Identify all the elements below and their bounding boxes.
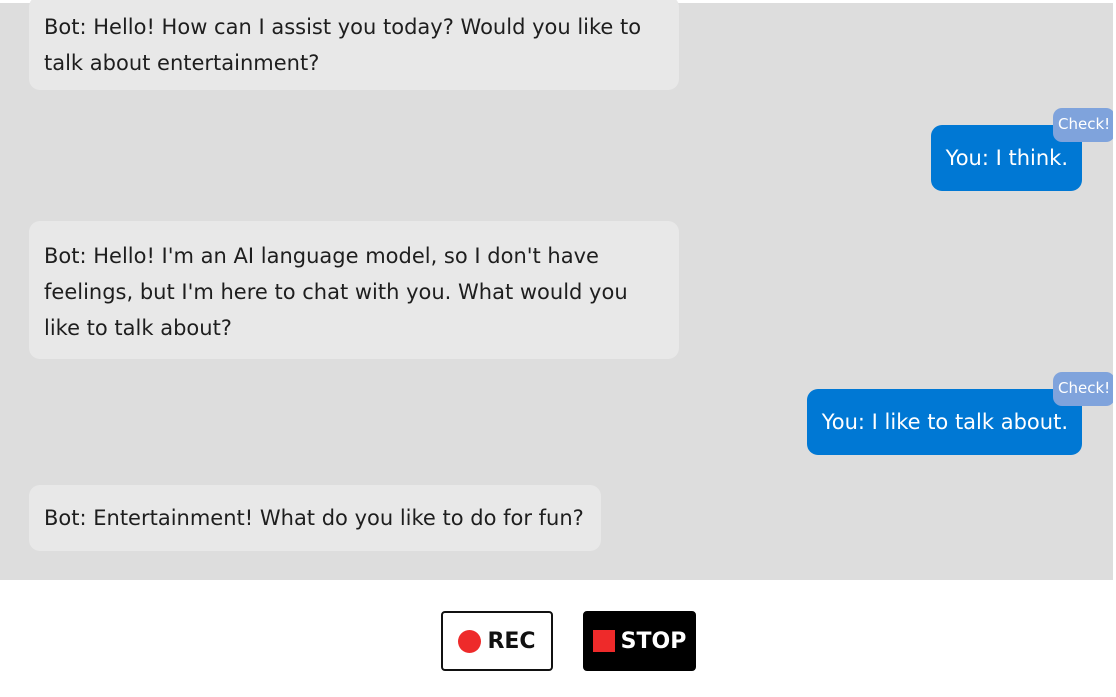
user-message-2: You: I like to talk about.	[806, 389, 1082, 455]
recording-controls: REC STOP	[0, 580, 1116, 697]
rec-label: REC	[487, 628, 536, 654]
check-button-1[interactable]: Check!	[1053, 108, 1116, 142]
bot-message-1: Bot: Hello! How can I assist you today? …	[29, 0, 679, 90]
chat-area: Bot: Hello! How can I assist you today? …	[0, 0, 1116, 580]
stop-button[interactable]: STOP	[583, 611, 696, 671]
bot-message-3: Bot: Entertainment! What do you like to …	[29, 485, 601, 551]
stop-square-icon	[592, 630, 615, 652]
stop-label: STOP	[620, 628, 687, 654]
check-button-2[interactable]: Check!	[1053, 372, 1116, 406]
record-dot-icon	[458, 629, 482, 653]
rec-button[interactable]: REC	[441, 611, 553, 671]
bot-message-2: Bot: Hello! I'm an AI language model, so…	[29, 221, 679, 359]
